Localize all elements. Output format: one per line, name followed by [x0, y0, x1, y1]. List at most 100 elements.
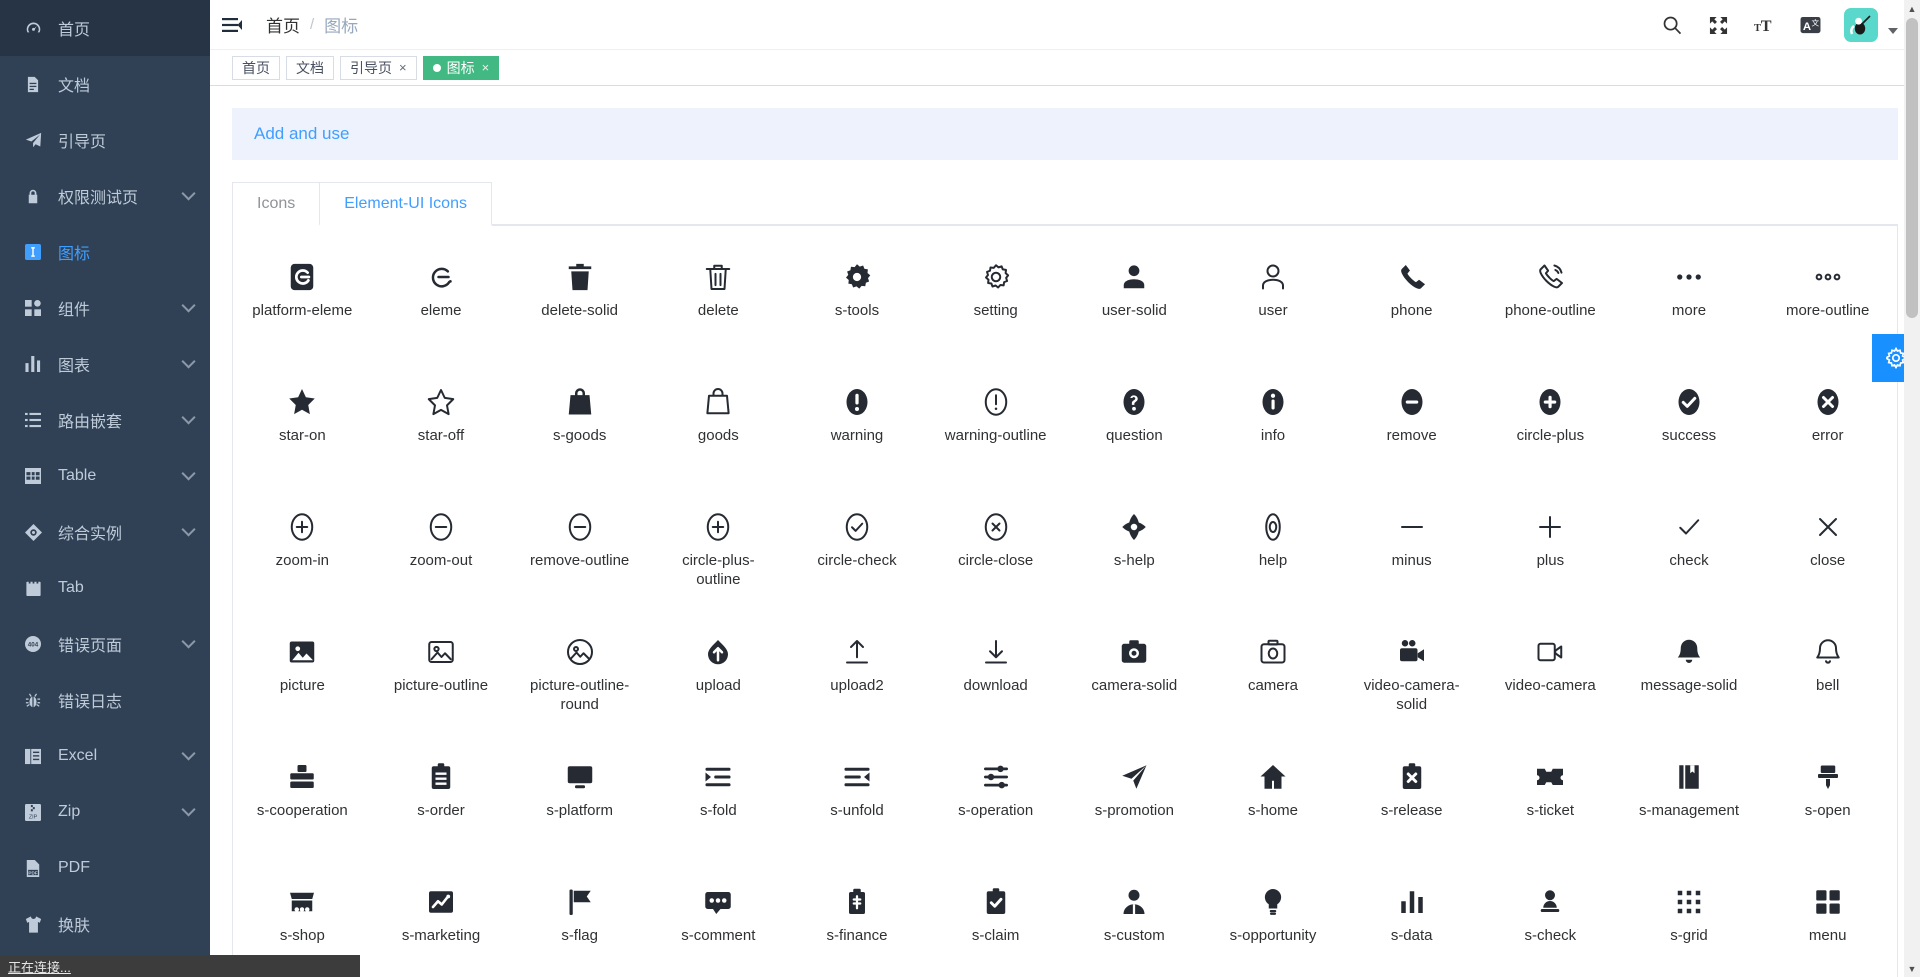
icon-cell-warning-outline[interactable]: warning-outline	[926, 365, 1065, 490]
icon-cell-s-goods[interactable]: s-goods	[510, 365, 649, 490]
icon-cell-eleme[interactable]: eleme	[372, 240, 511, 365]
sidebar-item-3[interactable]: 权限测试页	[0, 168, 210, 224]
icon-cell-delete[interactable]: delete	[649, 240, 788, 365]
icon-cell-zoom-in[interactable]: zoom-in	[233, 490, 372, 615]
icon-cell-s-help[interactable]: s-help	[1065, 490, 1204, 615]
icon-cell-question[interactable]: question	[1065, 365, 1204, 490]
tag-item-3[interactable]: 图标 ×	[422, 55, 500, 80]
icon-cell-s-check[interactable]: s-check	[1481, 865, 1620, 977]
icon-cell-menu[interactable]: menu	[1758, 865, 1897, 977]
icon-cell-download[interactable]: download	[926, 615, 1065, 740]
avatar[interactable]	[1844, 8, 1878, 42]
hamburger-icon[interactable]	[210, 0, 254, 50]
icon-cell-s-tools[interactable]: s-tools	[788, 240, 927, 365]
sidebar-item-11[interactable]: 404 错误页面	[0, 616, 210, 672]
icon-cell-warning[interactable]: warning	[788, 365, 927, 490]
icon-cell-s-claim[interactable]: s-claim	[926, 865, 1065, 977]
icon-cell-picture[interactable]: picture	[233, 615, 372, 740]
icon-cell-platform-eleme[interactable]: platform-eleme	[233, 240, 372, 365]
sidebar-item-10[interactable]: Tab	[0, 560, 210, 616]
icon-cell-s-management[interactable]: s-management	[1620, 740, 1759, 865]
icon-cell-remove-outline[interactable]: remove-outline	[510, 490, 649, 615]
icon-cell-star-on[interactable]: star-on	[233, 365, 372, 490]
icon-cell-circle-close[interactable]: circle-close	[926, 490, 1065, 615]
icon-cell-s-comment[interactable]: s-comment	[649, 865, 788, 977]
icon-cell-close[interactable]: close	[1758, 490, 1897, 615]
sidebar-item-16[interactable]: 换肤	[0, 896, 210, 952]
icon-cell-s-open[interactable]: s-open	[1758, 740, 1897, 865]
icon-cell-s-flag[interactable]: s-flag	[510, 865, 649, 977]
icon-cell-picture-outline[interactable]: picture-outline	[372, 615, 511, 740]
icon-cell-circle-plus-outline[interactable]: circle-plus-outline	[649, 490, 788, 615]
icon-cell-s-grid[interactable]: s-grid	[1620, 865, 1759, 977]
icon-cell-success[interactable]: success	[1620, 365, 1759, 490]
icon-cell-s-home[interactable]: s-home	[1204, 740, 1343, 865]
sidebar-item-12[interactable]: 错误日志	[0, 672, 210, 728]
scrollbar-thumb[interactable]	[1906, 18, 1918, 318]
sidebar-item-2[interactable]: 引导页	[0, 112, 210, 168]
icon-cell-upload[interactable]: upload	[649, 615, 788, 740]
sidebar-item-9[interactable]: 综合实例	[0, 504, 210, 560]
icon-cell-phone[interactable]: phone	[1342, 240, 1481, 365]
icon-cell-phone-outline[interactable]: phone-outline	[1481, 240, 1620, 365]
icon-cell-s-finance[interactable]: s-finance	[788, 865, 927, 977]
icon-cell-check[interactable]: check	[1620, 490, 1759, 615]
sidebar-item-1[interactable]: 文档	[0, 56, 210, 112]
translate-icon[interactable]: A 文	[1798, 13, 1822, 37]
icon-cell-plus[interactable]: plus	[1481, 490, 1620, 615]
icon-cell-s-ticket[interactable]: s-ticket	[1481, 740, 1620, 865]
icon-cell-zoom-out[interactable]: zoom-out	[372, 490, 511, 615]
sidebar-item-13[interactable]: Excel	[0, 728, 210, 784]
icon-cell-setting[interactable]: setting	[926, 240, 1065, 365]
icon-cell-circle-check[interactable]: circle-check	[788, 490, 927, 615]
icon-cell-upload2[interactable]: upload2	[788, 615, 927, 740]
tab-element-ui-icons[interactable]: Element-UI Icons	[319, 182, 492, 226]
tag-close-icon[interactable]: ×	[399, 61, 407, 74]
icon-cell-picture-outline-round[interactable]: picture-outline-round	[510, 615, 649, 740]
icon-cell-remove[interactable]: remove	[1342, 365, 1481, 490]
fullscreen-icon[interactable]	[1706, 13, 1730, 37]
sidebar-item-5[interactable]: 组件	[0, 280, 210, 336]
icon-cell-minus[interactable]: minus	[1342, 490, 1481, 615]
icon-cell-camera[interactable]: camera	[1204, 615, 1343, 740]
icon-cell-user-solid[interactable]: user-solid	[1065, 240, 1204, 365]
icon-cell-bell[interactable]: bell	[1758, 615, 1897, 740]
icon-cell-more[interactable]: more	[1620, 240, 1759, 365]
icon-cell-s-custom[interactable]: s-custom	[1065, 865, 1204, 977]
icon-cell-goods[interactable]: goods	[649, 365, 788, 490]
icon-cell-s-order[interactable]: s-order	[372, 740, 511, 865]
icon-cell-video-camera[interactable]: video-camera	[1481, 615, 1620, 740]
sidebar-item-15[interactable]: PDF PDF	[0, 840, 210, 896]
tag-item-1[interactable]: 文档	[286, 55, 334, 80]
sidebar-item-8[interactable]: Table	[0, 448, 210, 504]
icon-cell-s-unfold[interactable]: s-unfold	[788, 740, 927, 865]
sidebar-item-7[interactable]: 路由嵌套	[0, 392, 210, 448]
icon-cell-help[interactable]: help	[1204, 490, 1343, 615]
breadcrumb-item-1[interactable]: 图标	[324, 12, 358, 37]
icon-cell-user[interactable]: user	[1204, 240, 1343, 365]
icon-cell-s-opportunity[interactable]: s-opportunity	[1204, 865, 1343, 977]
icon-cell-message-solid[interactable]: message-solid	[1620, 615, 1759, 740]
tag-close-icon[interactable]: ×	[482, 61, 490, 74]
icon-cell-video-camera-solid[interactable]: video-camera-solid	[1342, 615, 1481, 740]
icon-cell-star-off[interactable]: star-off	[372, 365, 511, 490]
tag-item-0[interactable]: 首页	[232, 55, 280, 80]
icon-cell-s-release[interactable]: s-release	[1342, 740, 1481, 865]
icon-cell-s-cooperation[interactable]: s-cooperation	[233, 740, 372, 865]
search-icon[interactable]	[1660, 13, 1684, 37]
tag-item-2[interactable]: 引导页 ×	[340, 55, 417, 80]
tab-icons[interactable]: Icons	[232, 182, 321, 226]
icon-cell-s-fold[interactable]: s-fold	[649, 740, 788, 865]
icon-cell-s-marketing[interactable]: s-marketing	[372, 865, 511, 977]
font-size-icon[interactable]: T T	[1752, 13, 1776, 37]
scroll-down-arrow[interactable]: ▼	[1904, 960, 1920, 977]
icon-cell-s-promotion[interactable]: s-promotion	[1065, 740, 1204, 865]
scroll-up-arrow[interactable]: ▲	[1904, 0, 1920, 17]
sidebar-item-14[interactable]: ZIP Zip	[0, 784, 210, 840]
icon-cell-s-data[interactable]: s-data	[1342, 865, 1481, 977]
icon-cell-s-platform[interactable]: s-platform	[510, 740, 649, 865]
icon-cell-info[interactable]: info	[1204, 365, 1343, 490]
sidebar-item-4[interactable]: 图标	[0, 224, 210, 280]
sidebar-item-6[interactable]: 图表	[0, 336, 210, 392]
icon-cell-s-operation[interactable]: s-operation	[926, 740, 1065, 865]
